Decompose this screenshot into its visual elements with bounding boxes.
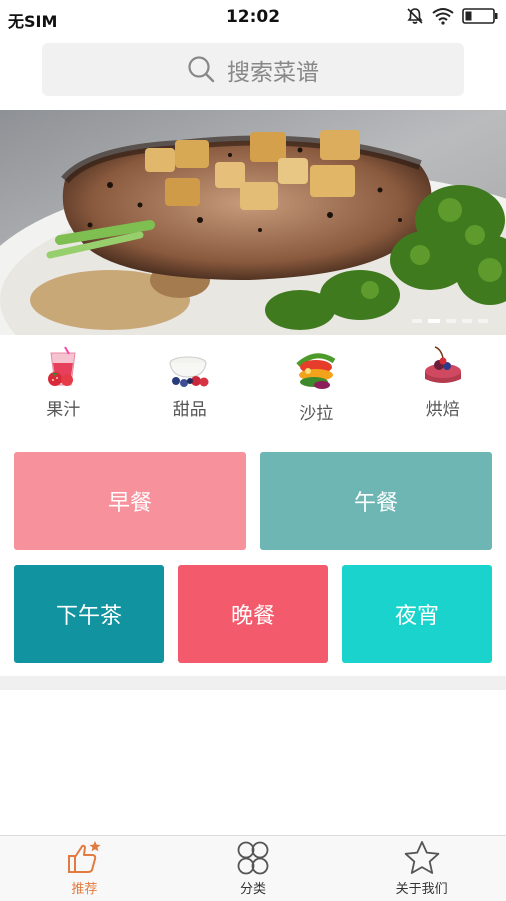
star-icon	[403, 840, 441, 876]
tab-about[interactable]: 关于我们	[337, 836, 506, 901]
dessert-icon	[166, 345, 214, 389]
tab-label: 分类	[240, 878, 266, 897]
meal-label: 午餐	[354, 485, 398, 517]
category-label: 烘焙	[426, 395, 460, 420]
meal-label: 夜宵	[395, 598, 439, 630]
meal-tile-lunch[interactable]: 午餐	[260, 452, 492, 550]
grid-icon	[234, 840, 272, 876]
category-dessert[interactable]: 甜品	[127, 345, 254, 430]
meal-label: 下午茶	[56, 598, 122, 630]
status-bar: 无SIM 12:02	[0, 0, 506, 36]
section-divider	[0, 676, 506, 690]
bottom-tab-bar: 推荐 分类 关于我们	[0, 835, 506, 901]
carousel-dot[interactable]	[462, 319, 472, 323]
wifi-icon	[432, 7, 454, 25]
banner-carousel[interactable]	[0, 110, 506, 335]
carousel-dot[interactable]	[428, 319, 440, 323]
tab-category[interactable]: 分类	[169, 836, 338, 901]
carousel-dot[interactable]	[478, 319, 488, 323]
meal-label: 晚餐	[231, 598, 275, 630]
tab-label: 推荐	[71, 878, 97, 897]
carousel-dot[interactable]	[446, 319, 456, 323]
search-bar[interactable]: 搜索菜谱	[42, 43, 464, 96]
category-label: 沙拉	[299, 399, 333, 424]
category-baking[interactable]: 烘焙	[380, 345, 506, 430]
battery-icon	[462, 7, 498, 25]
banner-image	[0, 110, 506, 335]
category-label: 甜品	[173, 395, 207, 420]
carousel-dot[interactable]	[412, 319, 422, 323]
carousel-indicator	[412, 319, 488, 323]
tab-recommend[interactable]: 推荐	[0, 836, 169, 901]
meal-label: 早餐	[108, 485, 152, 517]
search-icon	[187, 55, 217, 85]
meal-tile-supper[interactable]: 夜宵	[342, 565, 492, 663]
mute-icon	[406, 7, 424, 25]
meal-tile-dinner[interactable]: 晚餐	[178, 565, 328, 663]
juice-icon	[41, 345, 85, 389]
category-row: 果汁 甜品 沙拉	[0, 345, 506, 430]
cake-icon	[419, 345, 467, 389]
search-placeholder: 搜索菜谱	[227, 53, 319, 87]
status-icons	[406, 7, 498, 25]
meal-tile-afternoon-tea[interactable]: 下午茶	[14, 565, 164, 663]
category-juice[interactable]: 果汁	[0, 345, 127, 430]
salad-icon	[292, 345, 340, 393]
thumbs-up-icon	[65, 840, 103, 876]
category-label: 果汁	[46, 395, 80, 420]
meal-tile-breakfast[interactable]: 早餐	[14, 452, 246, 550]
category-salad[interactable]: 沙拉	[253, 345, 380, 430]
tab-label: 关于我们	[396, 878, 448, 897]
